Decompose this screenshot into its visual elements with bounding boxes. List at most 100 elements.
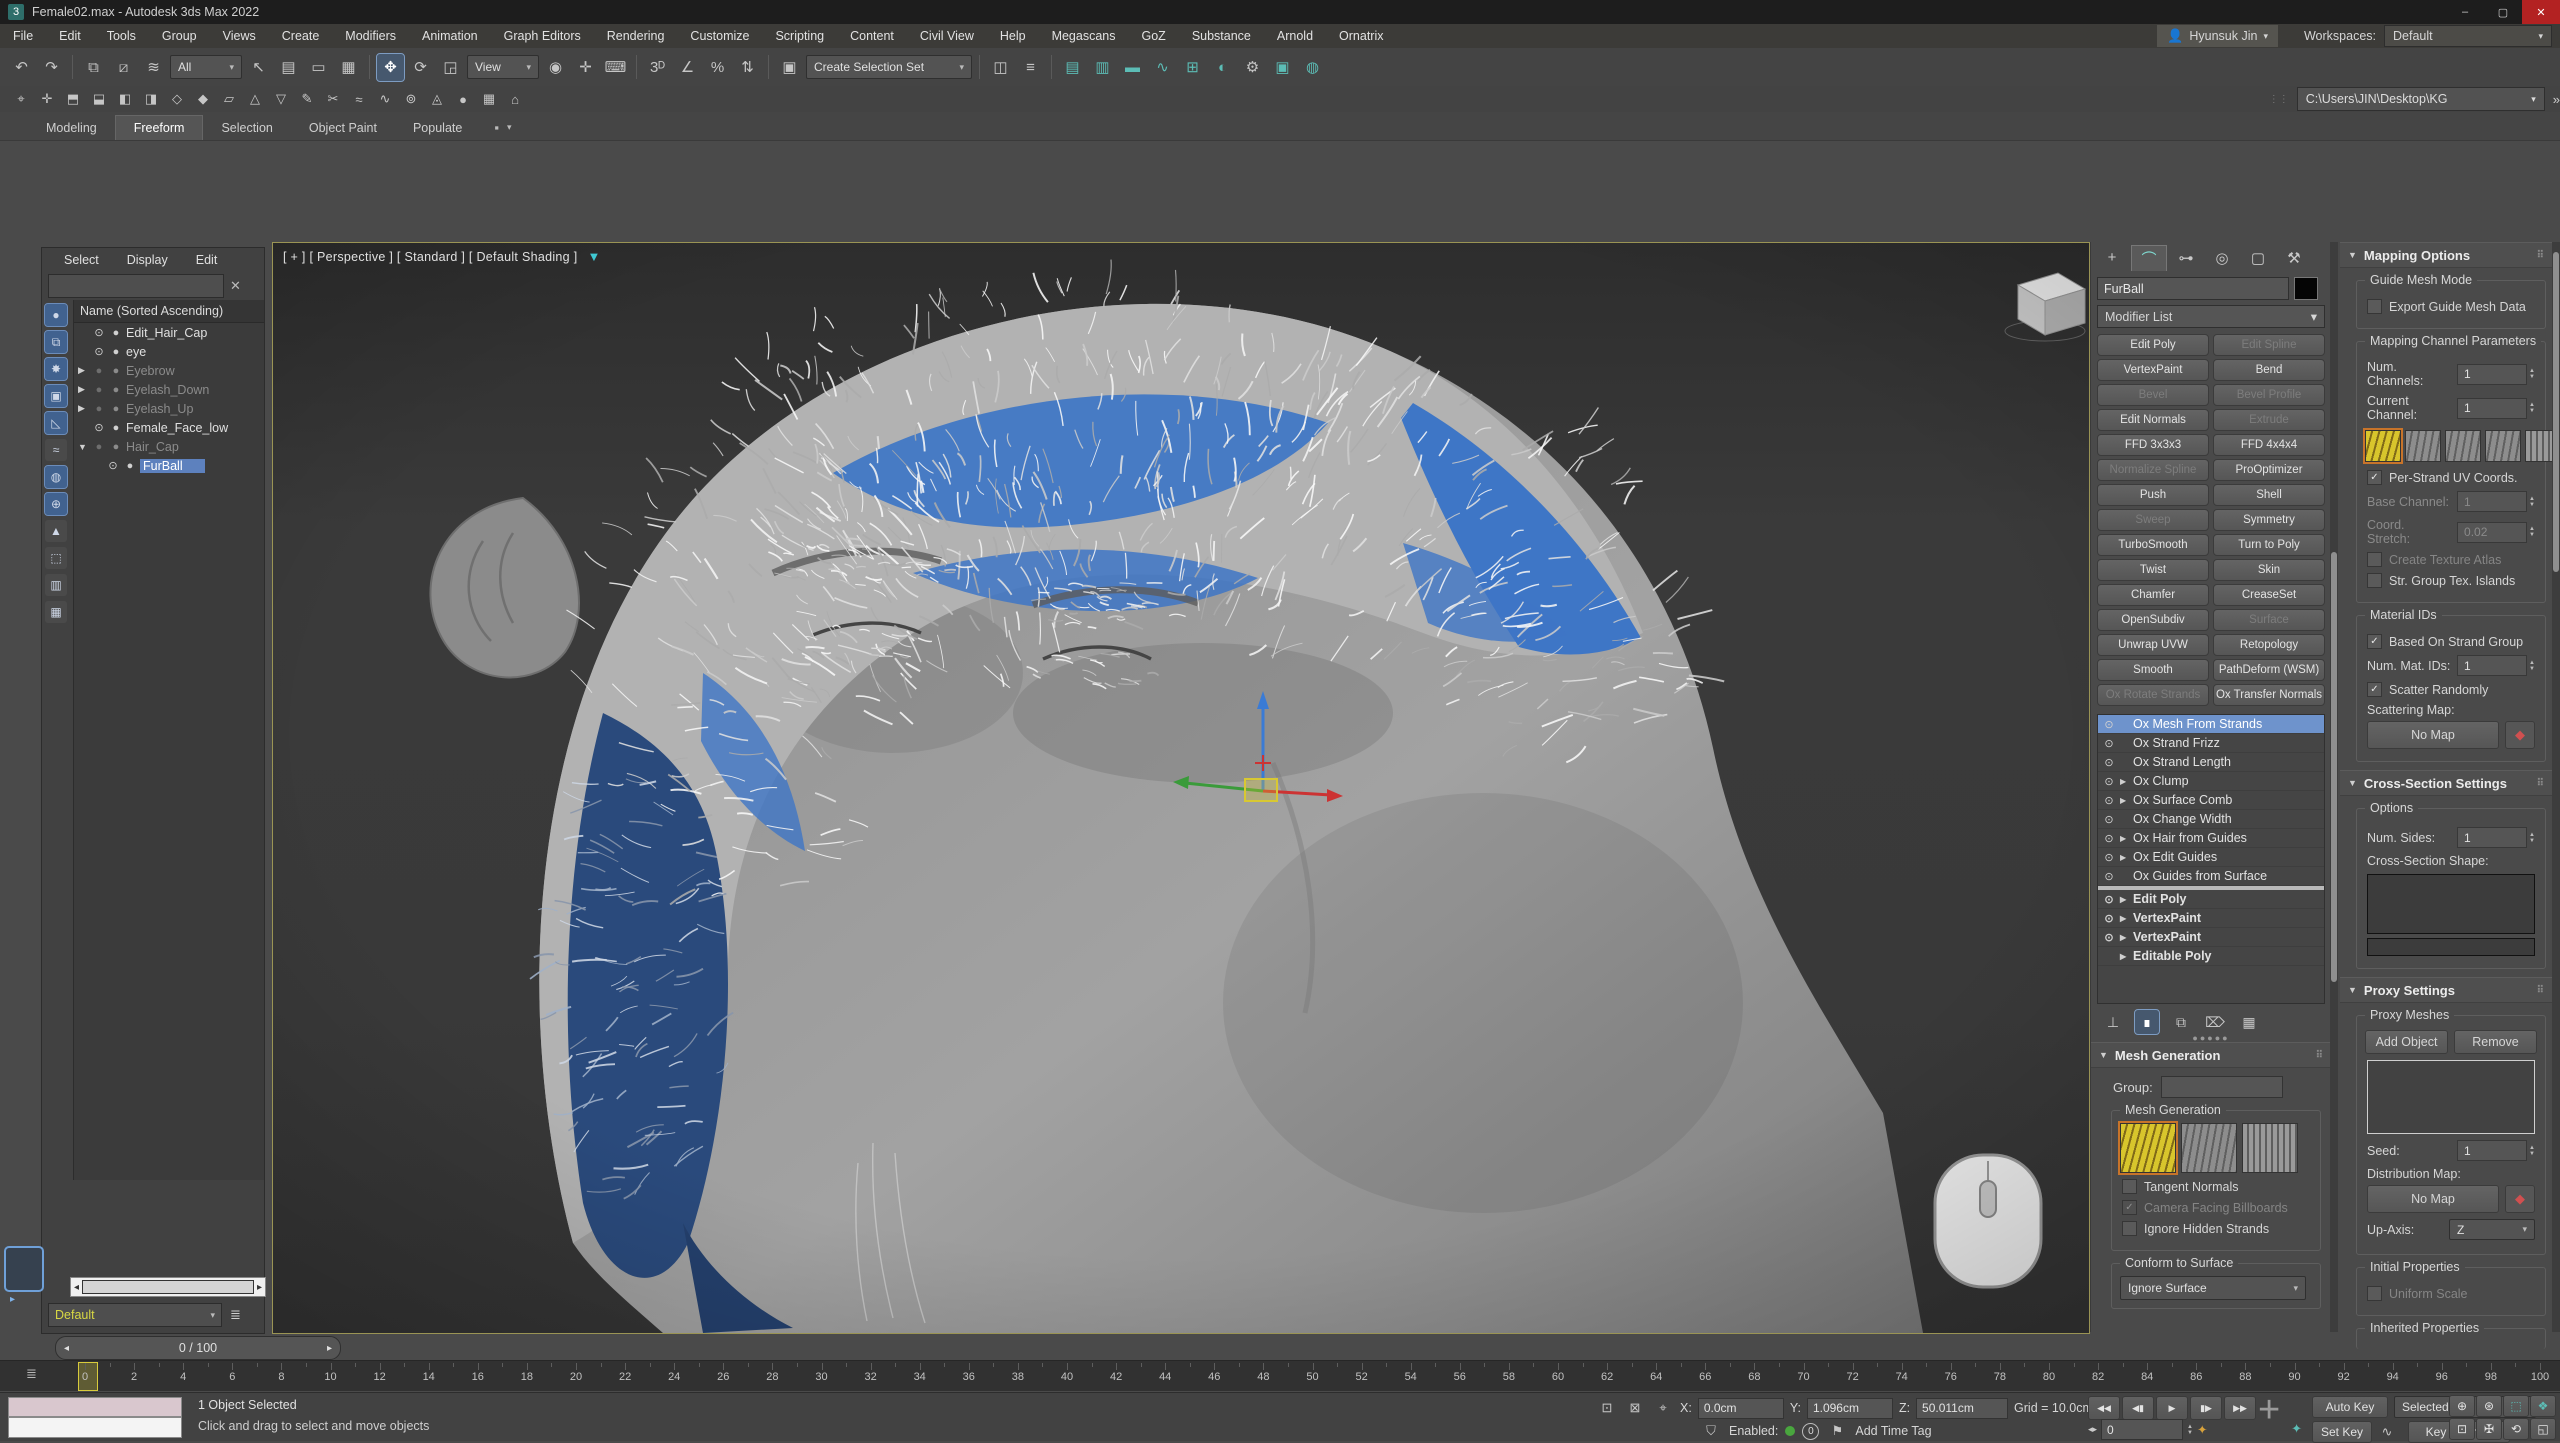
display-hidden-icon[interactable]: ▥ [45, 574, 67, 596]
modifier-button-unwrap-uvw[interactable]: Unwrap UVW [2097, 634, 2209, 656]
selectable-dot-icon[interactable]: ● [109, 384, 123, 396]
menu-help[interactable]: Help [987, 29, 1039, 43]
key-mode-icon[interactable]: ✦ [2197, 1422, 2207, 1437]
expand-arrow-icon[interactable]: ▶ [2120, 933, 2130, 942]
auto-key-button[interactable]: Auto Key [2312, 1396, 2388, 1418]
menu-substance[interactable]: Substance [1179, 29, 1264, 43]
group-field[interactable] [2161, 1076, 2283, 1098]
stack-item-ox-mesh-from-strands[interactable]: ⊙Ox Mesh From Strands [2098, 715, 2324, 734]
modifier-button-symmetry[interactable]: Symmetry [2213, 509, 2325, 531]
select-and-move-icon[interactable]: ✥ [377, 54, 404, 81]
material-editor-icon[interactable]: ◐ [1209, 54, 1236, 81]
shield-icon[interactable]: ⛉ [1700, 1420, 1722, 1442]
stack-item-ox-guides-from-surface[interactable]: ⊙Ox Guides from Surface [2098, 867, 2324, 886]
zoom-all-icon[interactable]: ⊛ [2476, 1395, 2502, 1417]
display-cameras-icon[interactable]: ▣ [45, 385, 67, 407]
x-coordinate-field[interactable]: 0.0cm [1698, 1398, 1784, 1419]
modifier-button-smooth[interactable]: Smooth [2097, 659, 2209, 681]
modifier-button-edit-normals[interactable]: Edit Normals [2097, 409, 2209, 431]
time-tag-icon[interactable]: ⚑ [1826, 1420, 1848, 1442]
num-mat-ids-spinner[interactable]: 1▲▼ [2457, 655, 2535, 676]
panel-scrollbar[interactable] [2330, 242, 2338, 1332]
next-frame-icon[interactable]: ▸ [327, 1343, 332, 1354]
modifier-button-prooptimizer[interactable]: ProOptimizer [2213, 459, 2325, 481]
selectable-dot-icon[interactable]: ● [109, 403, 123, 415]
maximize-button[interactable]: ▢ [2484, 0, 2522, 24]
tree-item-edit_hair_cap[interactable]: ⊙●Edit_Hair_Cap [74, 323, 264, 342]
current-channel-spinner[interactable]: 1▲▼ [2457, 398, 2535, 419]
toggle-scene-explorer-icon[interactable]: ▤ [1059, 54, 1086, 81]
selection-filter-dropdown[interactable]: All▾ [170, 55, 242, 79]
visibility-eye-icon[interactable]: ⊙ [92, 345, 106, 358]
ribbon-collapse-icon[interactable]: ▾ [507, 122, 512, 140]
stack-item-ox-surface-comb[interactable]: ⊙▶Ox Surface Comb [2098, 791, 2324, 810]
menu-megascans[interactable]: Megascans [1039, 29, 1129, 43]
menu-goz[interactable]: GoZ [1129, 29, 1179, 43]
ribbon-tab-selection[interactable]: Selection [203, 116, 290, 140]
display-tab-icon[interactable]: ▢ [2241, 245, 2275, 270]
viewcube[interactable] [2005, 273, 2085, 341]
viewport-filter-icon[interactable]: ▼ [587, 249, 600, 264]
close-button[interactable]: ✕ [2522, 0, 2560, 24]
rollout-mapping-options[interactable]: ▼Mapping Options⠿ [2340, 242, 2552, 268]
visibility-eye-icon[interactable]: ● [92, 403, 106, 415]
select-by-name-icon[interactable]: ▤ [275, 54, 302, 81]
stack-item-editable-poly[interactable]: ▶Editable Poly [2098, 947, 2324, 966]
modifier-button-skin[interactable]: Skin [2213, 559, 2325, 581]
toggle-layer-explorer-icon[interactable]: ▥ [1089, 54, 1116, 81]
expand-arrow-icon[interactable]: ▶ [2120, 952, 2130, 961]
tree-item-female_face_low[interactable]: ⊙●Female_Face_low [74, 418, 264, 437]
motion-tab-icon[interactable]: ◎ [2205, 245, 2239, 270]
active-layer-dropdown[interactable]: Default▾ [48, 1303, 222, 1327]
zoom-extents-icon[interactable]: ⬚ [2503, 1395, 2529, 1417]
modifier-button-vertexpaint[interactable]: VertexPaint [2097, 359, 2209, 381]
up-axis-dropdown[interactable]: Z▾ [2449, 1219, 2535, 1240]
coord-stretch-spinner[interactable]: 0.02▲▼ [2457, 522, 2535, 543]
reference-coordinate-dropdown[interactable]: View▾ [467, 55, 539, 79]
polydraw-drag-icon[interactable]: ⬒ [62, 88, 84, 110]
display-helpers-icon[interactable]: ◺ [45, 412, 67, 434]
track-bar[interactable]: 0246810121416182022242628303234363840424… [0, 1360, 2560, 1391]
tree-item-eyelash_up[interactable]: ▶●●Eyelash_Up [74, 399, 264, 418]
num-channels-spinner[interactable]: 1▲▼ [2457, 364, 2535, 385]
home-grid-icon[interactable]: ⌂ [504, 88, 526, 110]
ribbon-overflow-icon[interactable]: ▪ [494, 120, 499, 140]
push-pull-icon[interactable]: ● [452, 88, 474, 110]
uniform-scale-checkbox[interactable] [2367, 1286, 2382, 1301]
expand-arrow-icon[interactable]: ▶ [2120, 914, 2130, 923]
time-slider[interactable]: ◂ 0 / 100 ▸ [55, 1336, 341, 1360]
select-and-scale-icon[interactable]: ◲ [437, 54, 464, 81]
schematic-view-icon[interactable]: ⊞ [1179, 54, 1206, 81]
unlink-selection-icon[interactable]: ⧄ [110, 54, 137, 81]
mesh-mode-cylinders-thumbnail[interactable] [2120, 1123, 2176, 1173]
tree-column-header[interactable]: Name (Sorted Ascending) [74, 300, 264, 323]
modifier-eye-icon[interactable]: ⊙ [2101, 870, 2117, 883]
axis-constraint-icon[interactable]: ✛ [36, 88, 58, 110]
distribution-map-slot-icon[interactable]: ◆ [2505, 1185, 2535, 1213]
make-unique-icon[interactable]: ⧉ [2169, 1010, 2193, 1034]
display-containers-icon[interactable]: ⊕ [45, 493, 67, 515]
selectable-dot-icon[interactable]: ● [109, 346, 123, 358]
visibility-eye-icon[interactable]: ● [92, 384, 106, 396]
next-key-icon[interactable]: ▮▶ [2190, 1396, 2222, 1420]
ribbon-tab-modeling[interactable]: Modeling [28, 116, 115, 140]
menu-scripting[interactable]: Scripting [762, 29, 837, 43]
modifier-button-opensubdiv[interactable]: OpenSubdiv [2097, 609, 2209, 631]
modifier-button-ffd-4x4x4[interactable]: FFD 4x4x4 [2213, 434, 2325, 456]
show-end-result-icon[interactable]: ∎ [2135, 1010, 2159, 1034]
expand-arrow-icon[interactable]: ▶ [78, 384, 89, 395]
counter-badge[interactable]: 0 [1802, 1423, 1819, 1440]
stack-item-ox-change-width[interactable]: ⊙Ox Change Width [2098, 810, 2324, 829]
modifier-eye-icon[interactable]: ⊙ [2101, 794, 2117, 807]
display-materials-icon[interactable]: ◍ [45, 466, 67, 488]
align-icon[interactable]: ≡ [1017, 54, 1044, 81]
camera-facing-billboards-checkbox[interactable]: ✓ [2122, 1200, 2137, 1215]
remove-modifier-icon[interactable]: ⌦ [2203, 1010, 2227, 1034]
display-shapes-icon[interactable]: ⧉ [45, 331, 67, 353]
modifier-eye-icon[interactable]: ⊙ [2101, 912, 2117, 925]
menu-ornatrix[interactable]: Ornatrix [1326, 29, 1396, 43]
cross-section-shape-canvas[interactable] [2367, 874, 2535, 934]
toggle-ribbon-icon[interactable]: ▬ [1119, 54, 1146, 81]
menu-civil-view[interactable]: Civil View [907, 29, 987, 43]
modifier-button-chamfer[interactable]: Chamfer [2097, 584, 2209, 606]
